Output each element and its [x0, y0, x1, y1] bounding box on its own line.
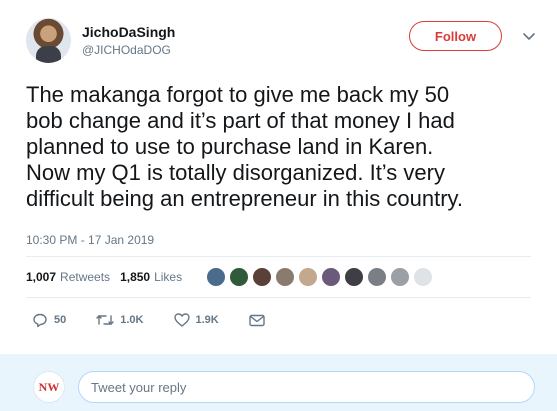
message-button[interactable]: [249, 314, 271, 327]
like-count: 1.9K: [195, 314, 219, 326]
tweet-line: planned to use to purchase land in Karen…: [26, 134, 434, 159]
divider: [26, 297, 531, 298]
likers-avatars: [206, 266, 436, 288]
tweet-header: JichoDaSingh @JICHOdaDOG Follow: [26, 18, 546, 68]
reply-bar: NW: [0, 354, 557, 411]
like-button[interactable]: 1.9K: [173, 313, 219, 327]
liker-avatar[interactable]: [275, 267, 295, 287]
tweet-timestamp[interactable]: 10:30 PM - 17 Jan 2019: [26, 233, 154, 247]
tweet-stats: 1,007 Retweets 1,850 Likes: [26, 267, 192, 287]
user-handle[interactable]: @JICHOdaDOG: [82, 42, 175, 58]
liker-avatar[interactable]: [390, 267, 410, 287]
display-name[interactable]: JichoDaSingh: [82, 23, 175, 41]
retweet-icon: [96, 315, 114, 325]
tweet-line: difficult being an entrepreneur in this …: [26, 186, 464, 211]
liker-avatar[interactable]: [298, 267, 318, 287]
user-names: JichoDaSingh @JICHOdaDOG: [82, 23, 175, 58]
retweets-label: Retweets: [60, 270, 111, 284]
tweet-line: The makanga forgot to give me back my 50: [26, 82, 450, 107]
heart-icon: [173, 313, 190, 327]
follow-button[interactable]: Follow: [409, 21, 502, 51]
reply-count: 50: [54, 314, 67, 326]
liker-avatar[interactable]: [344, 267, 364, 287]
retweet-count: 1.0K: [120, 314, 144, 326]
liker-avatar[interactable]: [252, 267, 272, 287]
likes-count: 1,850: [120, 270, 151, 284]
tweet-text: The makanga forgot to give me back my 50…: [26, 82, 546, 212]
liker-avatar[interactable]: [413, 267, 433, 287]
chevron-down-icon[interactable]: [522, 30, 536, 44]
likes-stat[interactable]: 1,850 Likes: [120, 270, 182, 284]
tweet-line: Now my Q1 is totally disorganized. It’s …: [26, 160, 445, 185]
divider: [26, 256, 531, 257]
reply-button[interactable]: 50: [32, 312, 66, 328]
liker-avatar[interactable]: [321, 267, 341, 287]
liker-avatar[interactable]: [206, 267, 226, 287]
retweet-button[interactable]: 1.0K: [96, 313, 144, 327]
liker-avatar[interactable]: [367, 267, 387, 287]
retweets-stat[interactable]: 1,007 Retweets: [26, 270, 110, 284]
liker-avatar[interactable]: [229, 267, 249, 287]
reply-icon: [33, 313, 47, 328]
envelope-icon: [249, 314, 265, 326]
tweet-actions: 50 1.0K 1.9K: [32, 312, 301, 328]
retweets-count: 1,007: [26, 270, 57, 284]
reply-avatar[interactable]: NW: [33, 371, 65, 403]
user-avatar[interactable]: [26, 18, 71, 63]
likes-label: Likes: [154, 270, 183, 284]
reply-input[interactable]: [78, 371, 535, 403]
tweet-line: bob change and it’s part of that money I…: [26, 108, 455, 133]
